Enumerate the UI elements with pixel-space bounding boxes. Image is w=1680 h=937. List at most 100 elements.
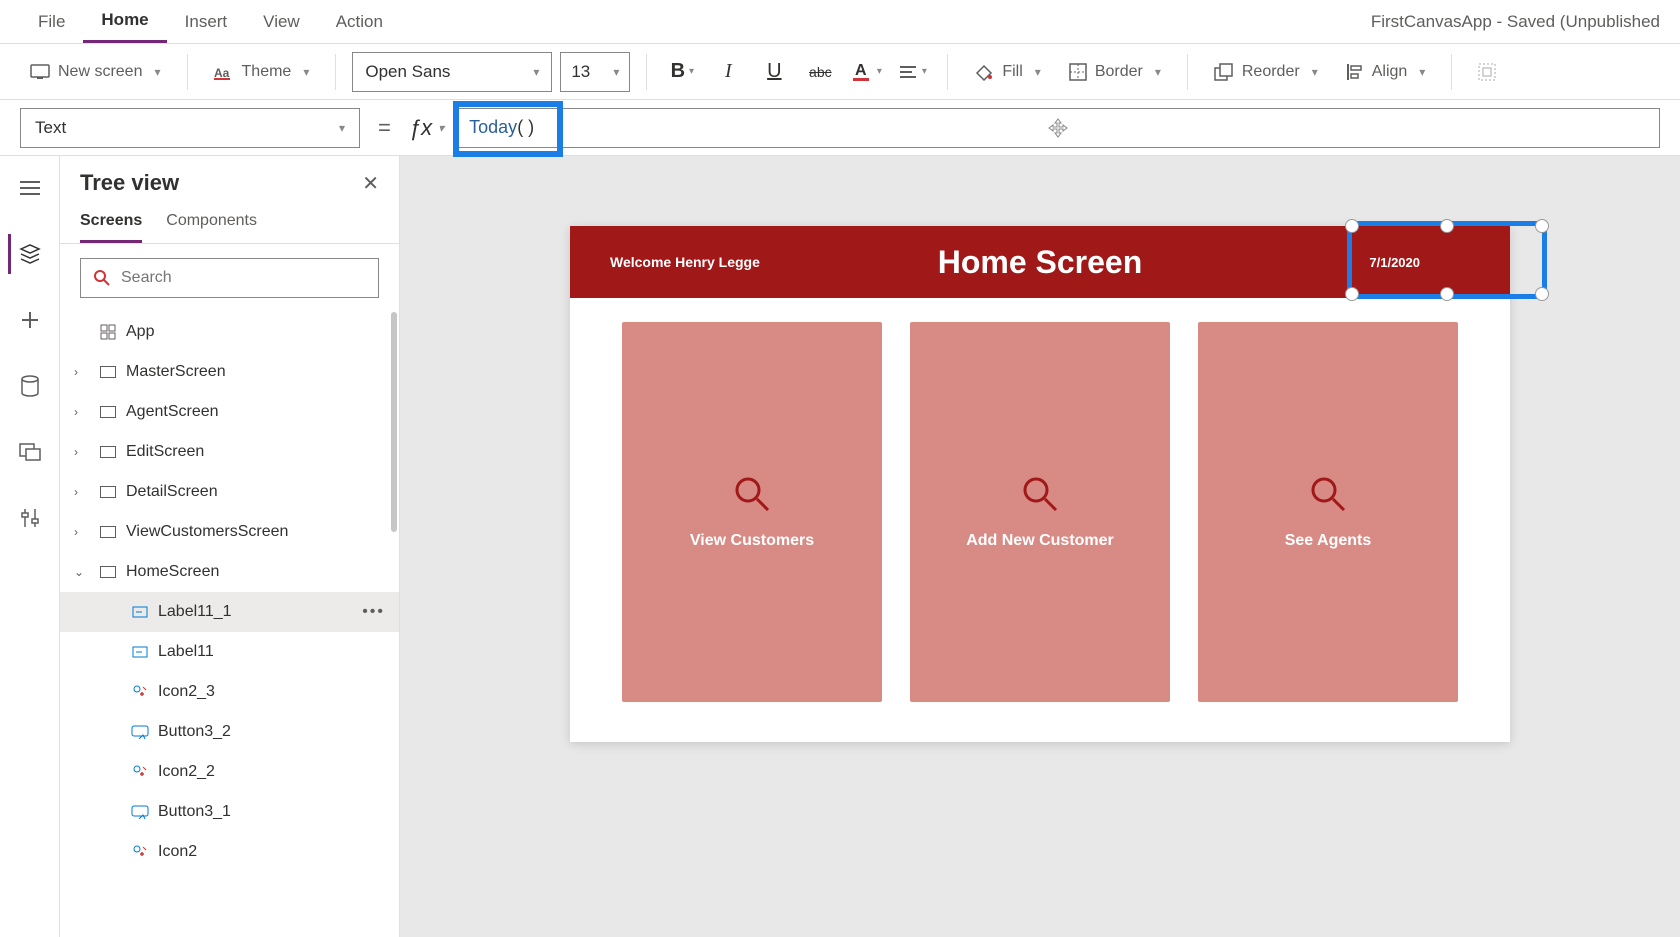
font-name: Open Sans [365,62,450,82]
welcome-label: Welcome Henry Legge [610,254,760,270]
media-icon[interactable] [10,432,50,472]
tab-screens[interactable]: Screens [80,212,142,243]
chevron-down-icon: ▾ [303,65,309,79]
tree-item[interactable]: Icon2_2 [60,752,399,792]
fill-button[interactable]: Fill ▾ [964,57,1050,87]
menu-bar: File Home Insert View Action FirstCanvas… [0,0,1680,44]
align-button[interactable]: Align ▾ [1336,57,1436,87]
tree-label: EditScreen [126,443,204,461]
align-label: Align [1372,63,1408,81]
scrollbar[interactable] [391,312,397,532]
tree-label: AgentScreen [126,403,219,421]
search-input[interactable] [121,269,366,287]
card-add-customer[interactable]: Add New Customer [910,322,1170,702]
screen-icon [98,406,118,418]
tree-item-selected[interactable]: Label11_1 ••• [60,592,399,632]
border-button[interactable]: Border ▾ [1059,57,1171,87]
separator [1187,54,1188,90]
app-title: FirstCanvasApp - Saved (Unpublished [1371,12,1660,32]
font-color-button[interactable]: A▾ [847,53,885,91]
tree-screen[interactable]: ›EditScreen [60,432,399,472]
chevron-down-icon: ▾ [613,65,619,79]
font-size: 13 [571,62,590,82]
separator [947,54,948,90]
separator [335,54,336,90]
close-icon[interactable]: ✕ [362,171,379,196]
tree-screen[interactable]: ›MasterScreen [60,352,399,392]
tree-item[interactable]: Button3_2 [60,712,399,752]
tree-panel: Tree view ✕ Screens Components App ›Mast… [60,156,400,937]
border-icon [1069,63,1087,81]
menu-home[interactable]: Home [83,0,166,43]
fill-icon [974,63,994,81]
font-select[interactable]: Open Sans ▾ [352,52,552,92]
card-view-customers[interactable]: View Customers [622,322,882,702]
theme-button[interactable]: Aa Theme ▾ [204,57,320,87]
theme-icon: Aa [214,64,234,80]
tree-label: Label11_1 [158,603,232,621]
search-box[interactable] [80,258,379,298]
tree-label: ViewCustomersScreen [126,523,288,541]
tree-label: HomeScreen [126,563,219,581]
tree-list: App ›MasterScreen ›AgentScreen ›EditScre… [60,312,399,892]
reorder-button[interactable]: Reorder ▾ [1204,57,1328,87]
property-select[interactable]: Text ▾ [20,108,360,148]
group-button[interactable] [1468,53,1506,91]
formula-input[interactable]: Today( ) [456,108,1660,148]
menu-view[interactable]: View [245,0,318,43]
canvas[interactable]: Welcome Henry Legge Home Screen 7/1/2020 [570,226,1510,742]
menu-file[interactable]: File [20,0,83,43]
icon-icon [130,764,150,780]
card-see-agents[interactable]: See Agents [1198,322,1458,702]
tree-label: Icon2_2 [158,763,215,781]
advanced-icon[interactable] [10,498,50,538]
fx-button[interactable]: ƒx▾ [409,115,444,141]
hamburger-icon[interactable] [10,168,50,208]
tree-screen[interactable]: ›ViewCustomersScreen [60,512,399,552]
underline-button[interactable]: U [755,53,793,91]
screen-title: Home Screen [938,244,1143,281]
formula-bar: Text ▾ = ƒx▾ Today( ) [0,100,1680,156]
bold-button[interactable]: B▾ [663,53,701,91]
search-icon [1020,474,1060,514]
menu-action[interactable]: Action [318,0,401,43]
tree-label: App [126,323,154,341]
tree-screen[interactable]: ›DetailScreen [60,472,399,512]
tree-screen[interactable]: ›AgentScreen [60,392,399,432]
icon-icon [130,844,150,860]
tree-item[interactable]: Icon2_3 [60,672,399,712]
chevron-down-icon: ▾ [533,65,539,79]
insert-icon[interactable] [10,300,50,340]
theme-label: Theme [242,63,292,81]
tree-item[interactable]: Label11 [60,632,399,672]
menu-insert[interactable]: Insert [167,0,246,43]
new-screen-button[interactable]: New screen ▾ [20,57,171,87]
font-size-select[interactable]: 13 ▾ [560,52,630,92]
screen-icon [98,366,118,378]
tree-item[interactable]: Button3_1 [60,792,399,832]
screen-icon [98,526,118,538]
tree-item[interactable]: Icon2 [60,832,399,872]
chevron-down-icon: ▾ [1312,65,1318,79]
icon-icon [130,684,150,700]
screen-icon [98,486,118,498]
data-icon[interactable] [10,366,50,406]
italic-button[interactable]: I [709,53,747,91]
chevron-down-icon: ▾ [1035,65,1041,79]
tab-components[interactable]: Components [166,212,257,243]
tree-label: Button3_2 [158,723,231,741]
move-cursor-icon [1046,116,1070,140]
parentheses: ( ) [517,117,534,138]
tree-view-icon[interactable] [8,234,48,274]
date-label[interactable]: 7/1/2020 [1361,249,1470,276]
more-icon[interactable]: ••• [362,603,385,621]
separator [646,54,647,90]
strikethrough-button[interactable]: abc [801,53,839,91]
text-align-button[interactable]: ▾ [893,53,931,91]
tree-label: Button3_1 [158,803,231,821]
tree-app[interactable]: App [60,312,399,352]
label-icon [130,644,150,660]
screen-icon [30,64,50,80]
ribbon: New screen ▾ Aa Theme ▾ Open Sans ▾ 13 ▾… [0,44,1680,100]
tree-homescreen[interactable]: ⌄HomeScreen [60,552,399,592]
